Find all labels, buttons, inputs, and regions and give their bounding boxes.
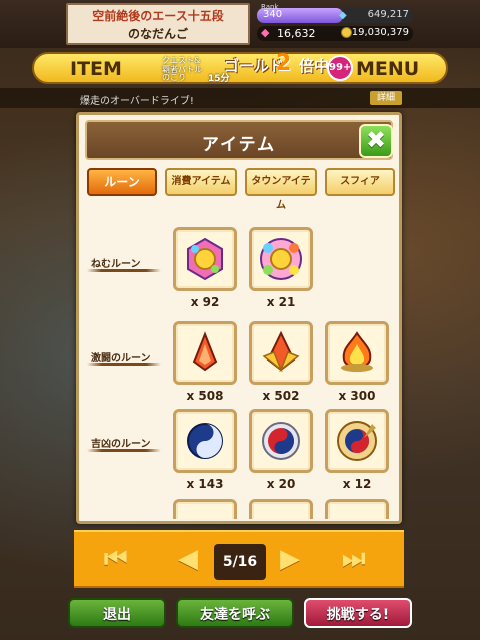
next-page-icon[interactable]: ▶ xyxy=(280,544,300,574)
fortune-rune-large-icon xyxy=(337,421,377,461)
gem-icon: ◆ xyxy=(261,26,270,39)
player-name: のなだんご xyxy=(127,27,188,41)
menu-button[interactable]: MENU xyxy=(356,58,419,80)
item-count: x 508 xyxy=(186,389,224,403)
pagination-bar: ⏮ ◀ 5/16 ▶ ⏭ xyxy=(74,530,404,588)
battle-rune-large-icon xyxy=(341,331,373,372)
item-slot[interactable] xyxy=(173,227,237,291)
item-count: x 20 xyxy=(266,477,296,491)
gem-count: 16,632 xyxy=(277,27,316,40)
page-indicator: 5/16 xyxy=(214,544,266,580)
row-label: 激闘のルーン xyxy=(91,353,151,364)
player-title: 空前絶後のエース十五段 xyxy=(92,9,224,23)
rank-value: 340 xyxy=(263,9,283,20)
call-friend-button[interactable]: 友達を呼ぶ xyxy=(176,598,294,628)
row-label: 吉凶のルーン xyxy=(91,439,151,450)
item-slot[interactable] xyxy=(173,321,237,385)
item-button[interactable]: ITEM xyxy=(70,58,122,80)
fortune-rune-small-icon xyxy=(187,423,223,459)
row-divider xyxy=(87,269,161,272)
item-slot[interactable] xyxy=(325,321,389,385)
item-slot[interactable] xyxy=(249,499,313,519)
item-count: x 92 xyxy=(190,295,220,309)
tab-consumables[interactable]: 消費アイテム xyxy=(165,168,237,196)
item-slot[interactable] xyxy=(325,409,389,473)
gold-campaign-label: ゴールド xyxy=(224,57,285,75)
item-grid[interactable]: ねむルーン x 92 x 21 激闘のルーン x 508 x 502 x 300… xyxy=(79,203,399,519)
sleep-rune-large-icon xyxy=(260,238,302,280)
close-button[interactable]: ✖ xyxy=(359,124,393,158)
notification-badge[interactable]: 99+ xyxy=(327,55,353,81)
dialog-header: アイテム ✖ xyxy=(85,120,393,160)
gold-campaign-suffix: 倍中 xyxy=(299,57,330,75)
exp-value: 649,217 xyxy=(367,9,409,20)
item-count: x 502 xyxy=(262,389,300,403)
prev-page-icon[interactable]: ◀ xyxy=(178,544,198,574)
item-slot[interactable] xyxy=(249,227,313,291)
item-count: x 21 xyxy=(266,295,296,309)
notice-detail-button[interactable]: 詳細 xyxy=(370,91,402,105)
tab-rune[interactable]: ルーン xyxy=(87,168,157,196)
challenge-button[interactable]: 挑戦する! xyxy=(304,598,412,628)
notice-text: 爆走のオーバードライブ! xyxy=(80,96,194,107)
status-header: 空前絶後のエース十五段 のなだんご Rank 340 ◆ 649,217 ◆ 1… xyxy=(0,0,480,48)
resource-stats: Rank 340 ◆ 649,217 ◆ 16,632 19,030,379 xyxy=(257,3,413,44)
row-divider xyxy=(87,449,161,452)
battle-rune-medium-icon xyxy=(262,330,300,373)
sleep-rune-small-icon xyxy=(187,237,223,281)
last-page-icon[interactable]: ⏭ xyxy=(342,544,365,575)
tab-sphere[interactable]: スフィア xyxy=(325,168,395,196)
remaining-label: のこり xyxy=(162,73,186,82)
rank-bar: Rank 340 ◆ 649,217 xyxy=(257,3,413,23)
item-count: x 143 xyxy=(186,477,224,491)
coin-count: 19,030,379 xyxy=(351,27,409,38)
first-page-icon[interactable]: ⏮ xyxy=(104,544,127,575)
campaign-quest: クエスト& xyxy=(162,56,201,65)
dialog-title: アイテム xyxy=(201,135,277,155)
top-nav-bar: ITEM クエスト& 覇者バトル ゴールド 2 倍中 のこり 15分 99+ ME… xyxy=(32,51,448,84)
item-count: x 300 xyxy=(338,389,376,403)
row-divider xyxy=(87,363,161,366)
player-name-plate[interactable]: 空前絶後のエース十五段 のなだんご xyxy=(66,3,250,45)
fortune-rune-medium-icon xyxy=(262,422,300,460)
item-slot[interactable] xyxy=(173,499,237,519)
exp-icon: ◆ xyxy=(339,10,347,21)
item-count: x 12 xyxy=(342,477,372,491)
row-label: ねむルーン xyxy=(91,259,141,270)
remaining-time: 15分 xyxy=(208,74,230,84)
item-dialog: アイテム ✖ ルーン 消費アイテム タウンアイテム スフィア ねむルーン x 9… xyxy=(76,112,402,524)
currency-row: ◆ 16,632 19,030,379 xyxy=(257,26,413,41)
coin-icon xyxy=(341,27,352,38)
item-slot[interactable] xyxy=(249,321,313,385)
battle-rune-small-icon xyxy=(192,331,218,372)
item-slot[interactable] xyxy=(173,409,237,473)
tab-town-items[interactable]: タウンアイテム xyxy=(245,168,317,211)
notice-bar: 爆走のオーバードライブ! 詳細 xyxy=(0,88,480,108)
close-x-icon: ✖ xyxy=(365,126,387,154)
gold-multiplier: 2 xyxy=(276,51,292,76)
item-slot[interactable] xyxy=(325,499,389,519)
item-slot[interactable] xyxy=(249,409,313,473)
exit-button[interactable]: 退出 xyxy=(68,598,166,628)
